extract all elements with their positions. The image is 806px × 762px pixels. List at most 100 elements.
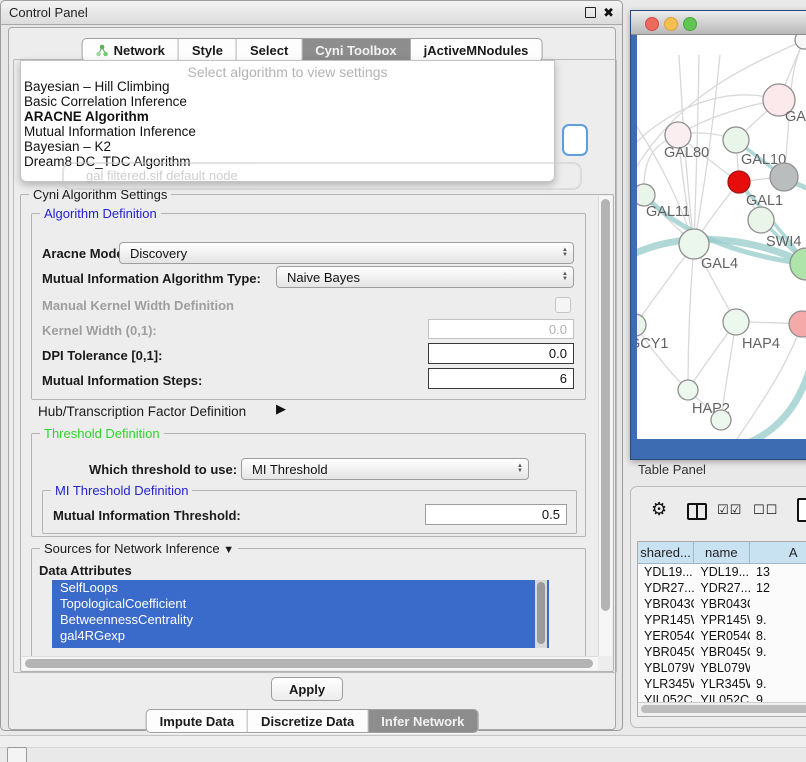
node-label: GAL11 xyxy=(646,204,690,220)
table-panel-title: Table Panel xyxy=(638,462,706,477)
network-node[interactable] xyxy=(723,127,749,153)
tab-cyni-toolbox[interactable]: Cyni Toolbox xyxy=(302,39,410,61)
algorithm-option[interactable]: Mutual Information Inference xyxy=(21,124,554,139)
tab-jactivemnodules[interactable]: jActiveMNodules xyxy=(411,39,542,61)
network-node[interactable] xyxy=(723,309,749,335)
node-table: shared...nameA YDL19...YDL19...13YDR27..… xyxy=(637,541,806,717)
data-attribute-item[interactable]: TopologicalCoefficient xyxy=(52,596,549,612)
algorithm-combo-focus-ring[interactable] xyxy=(562,124,588,156)
threshold-definition-group: Threshold Definition Which threshold to … xyxy=(31,433,586,537)
table-horizontal-scrollbar[interactable] xyxy=(638,702,806,716)
data-attribute-item[interactable]: gal4RGexp xyxy=(52,628,549,644)
kernel-width-field[interactable]: 0.0 xyxy=(428,319,574,339)
network-node[interactable] xyxy=(748,207,774,233)
dpi-tolerance-field[interactable]: 0.0 xyxy=(428,343,574,364)
mi-threshold-label: Mutual Information Threshold: xyxy=(53,508,241,523)
table-cell: 9. xyxy=(750,676,806,692)
attributes-scrollbar[interactable] xyxy=(535,580,547,648)
algorithm-option[interactable]: Basic Correlation Inference xyxy=(21,94,554,109)
close-traffic-icon[interactable] xyxy=(645,17,659,31)
mini-panel-icon[interactable] xyxy=(7,747,27,762)
data-attributes-label: Data Attributes xyxy=(39,563,132,578)
network-node[interactable] xyxy=(790,248,806,280)
table-cell: YBL079W xyxy=(694,660,750,676)
deselect-all-icon[interactable]: ☐☐ xyxy=(753,502,778,518)
network-icon xyxy=(96,44,109,57)
cyni-algorithm-settings-group: Cyni Algorithm Settings Algorithm Defini… xyxy=(20,194,614,672)
column-header[interactable]: name xyxy=(694,542,749,563)
tab-discretize-data[interactable]: Discretize Data xyxy=(248,710,368,732)
table-row[interactable]: YDL19...YDL19...13 xyxy=(638,564,806,580)
float-window-icon[interactable] xyxy=(585,7,596,18)
network-node[interactable] xyxy=(637,314,646,336)
network-edge[interactable] xyxy=(637,325,688,390)
algorithm-option[interactable]: Bayesian – Hill Climbing xyxy=(21,79,554,94)
network-node[interactable] xyxy=(637,184,655,206)
network-node[interactable] xyxy=(770,163,798,191)
algorithm-dropdown-placeholder: Select algorithm to view settings xyxy=(21,61,554,79)
table-row[interactable]: YLR345WYLR345W9. xyxy=(638,676,806,692)
column-header[interactable]: shared... xyxy=(638,542,694,563)
table-row[interactable]: YBR043CYBR043C xyxy=(638,596,806,612)
tab-network[interactable]: Network xyxy=(83,39,179,61)
control-panel-body: Network StyleSelect Cyni Toolbox jActiveMNo… xyxy=(8,27,616,730)
close-icon[interactable]: ✖ xyxy=(603,8,614,18)
which-threshold-label: Which threshold to use: xyxy=(89,462,237,477)
control-panel-window: Control Panel ✖ Network StyleSelect Cyni T… xyxy=(0,0,623,731)
network-node[interactable] xyxy=(679,229,709,259)
data-attribute-item[interactable]: SelfLoops xyxy=(52,580,549,596)
which-threshold-select[interactable]: MI Threshold ▲▼ xyxy=(241,458,529,480)
gear-icon[interactable]: ⚙ xyxy=(651,499,667,520)
control-panel-titlebar[interactable]: Control Panel ✖ xyxy=(1,1,622,25)
tab-impute-data[interactable]: Impute Data xyxy=(147,710,248,732)
select-all-icon[interactable]: ☑☑ xyxy=(717,502,742,518)
manual-kernel-checkbox[interactable] xyxy=(555,297,571,313)
column-header[interactable]: A xyxy=(750,542,806,563)
columns-icon[interactable] xyxy=(687,503,707,520)
network-node[interactable] xyxy=(789,311,806,337)
table-cell xyxy=(750,596,806,612)
tab-label: Cyni Toolbox xyxy=(315,43,396,58)
mi-algorithm-type-value: Naive Bayes xyxy=(277,270,557,285)
stepper-arrows-icon: ▲▼ xyxy=(557,248,573,258)
document-icon[interactable] xyxy=(797,498,806,522)
settings-horizontal-scrollbar[interactable] xyxy=(22,656,598,670)
tab-style[interactable]: Style xyxy=(179,39,237,61)
table-row[interactable]: YBR045CYBR045C9. xyxy=(638,644,806,660)
network-canvas[interactable]: GALGAL80GAL10GAL1GAL11SWI4GAL4HAP4YGCY1H… xyxy=(637,35,806,439)
data-attributes-list[interactable]: SelfLoopsTopologicalCoefficientBetweenne… xyxy=(52,580,549,648)
sources-group: Sources for Network Inference ▼ Data Att… xyxy=(31,548,586,663)
table-row[interactable]: YPR145WYPR145W9. xyxy=(638,612,806,628)
tab-infer-network[interactable]: Infer Network xyxy=(368,710,477,732)
network-node[interactable] xyxy=(711,410,731,430)
node-label: SWI4 xyxy=(766,234,801,250)
network-node[interactable] xyxy=(728,171,750,193)
network-node[interactable] xyxy=(795,35,806,49)
network-node[interactable] xyxy=(678,380,698,400)
table-row[interactable]: YER054CYER054C8. xyxy=(638,628,806,644)
data-attribute-item[interactable]: BetweennessCentrality xyxy=(52,612,549,628)
aracne-mode-label: Aracne Mode: xyxy=(42,246,128,261)
network-combo-disabled: gal filtered.sif default node xyxy=(62,162,582,190)
mi-threshold-field[interactable]: 0.5 xyxy=(425,504,567,525)
settings-vertical-scrollbar[interactable] xyxy=(598,196,612,656)
table-row[interactable]: YBL079WYBL079W xyxy=(638,660,806,676)
table-row[interactable]: YDR27...YDR27...12 xyxy=(638,580,806,596)
tab-label: Network xyxy=(114,43,165,58)
network-edge[interactable] xyxy=(688,244,694,390)
minimize-traffic-icon[interactable] xyxy=(664,17,678,31)
apply-button[interactable]: Apply xyxy=(271,677,343,701)
tab-select[interactable]: Select xyxy=(237,39,302,61)
aracne-mode-select[interactable]: Discovery ▲▼ xyxy=(119,242,574,264)
algorithm-option[interactable]: ARACNE Algorithm xyxy=(21,109,554,124)
mi-algorithm-type-select[interactable]: Naive Bayes ▲▼ xyxy=(276,266,574,288)
hub-definition-label: Hub/Transcription Factor Definition xyxy=(38,404,246,419)
zoom-traffic-icon[interactable] xyxy=(683,17,697,31)
algorithm-option[interactable]: Bayesian – K2 xyxy=(21,139,554,154)
expand-arrow-icon[interactable]: ▶ xyxy=(276,401,286,417)
collapse-arrow-icon[interactable]: ▼ xyxy=(223,544,234,556)
network-window-titlebar[interactable] xyxy=(631,11,806,35)
table-cell: 9. xyxy=(750,612,806,628)
node-label: GAL xyxy=(785,109,806,125)
mi-steps-field[interactable]: 6 xyxy=(428,368,574,389)
